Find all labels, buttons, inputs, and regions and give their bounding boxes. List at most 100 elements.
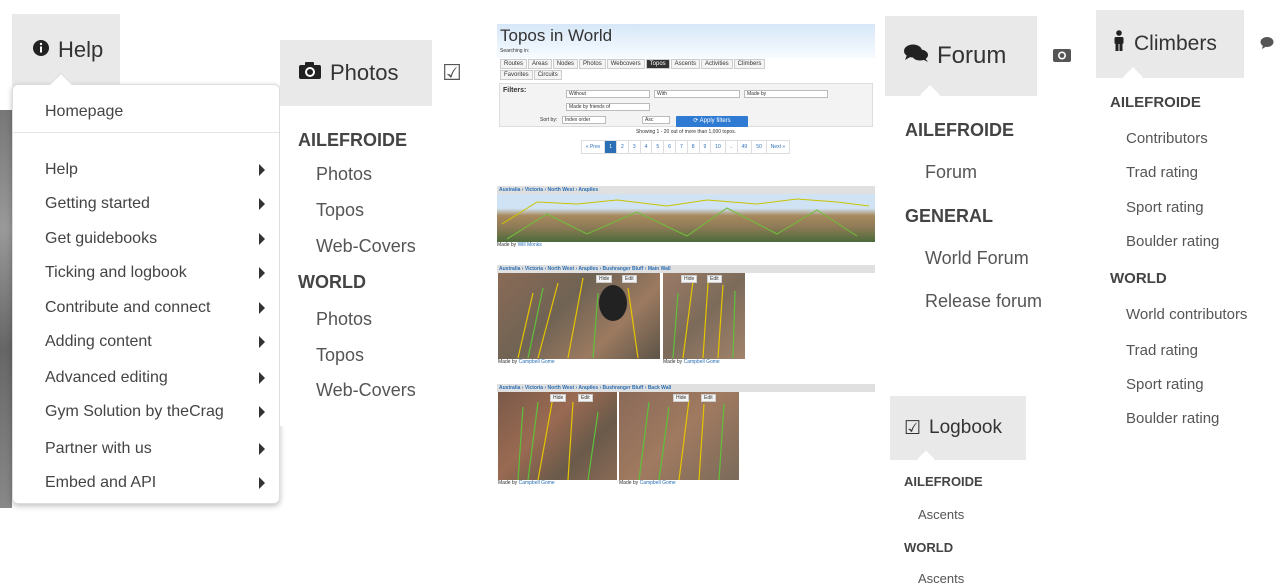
edit-button[interactable]: Edit [578,394,593,402]
tab-areas[interactable]: Areas [528,59,552,69]
filter-without-select[interactable]: Without [566,90,650,98]
author-link[interactable]: Campbell Gome [684,359,720,365]
photos-link[interactable]: Photos [316,164,372,185]
trad-rating-link[interactable]: Trad rating [1126,164,1198,181]
edit-button[interactable]: Edit [701,394,716,402]
release-forum-link[interactable]: Release forum [925,291,1042,312]
ascents-link[interactable]: Ascents [918,507,964,522]
edit-button[interactable]: Edit [622,275,637,283]
sort-direction-select[interactable]: Asc [642,116,670,124]
help-item-adding-content[interactable]: Adding content [45,333,265,351]
sort-select[interactable]: Index order [562,116,606,124]
photos-dropdown: AILEFROIDE Photos Topos Web-Covers WORLD… [280,106,460,426]
filter-friends-select[interactable]: Made by friends of [566,103,650,111]
web-covers-link[interactable]: Web-Covers [316,380,416,401]
topo-result: Australia › Victoria › North West › Arap… [497,265,875,367]
topo-image[interactable]: Hide Edit [498,273,660,359]
forum-link[interactable]: Forum [925,162,977,183]
tab-routes[interactable]: Routes [500,59,528,69]
chevron-right-icon [259,406,265,418]
logbook-tab[interactable]: ☑ Logbook [890,396,1026,460]
photos-tab[interactable]: Photos [280,40,432,106]
page-link[interactable]: 10 [710,140,726,154]
help-item-gym-solution[interactable]: Gym Solution by theCrag [45,403,265,421]
contributors-link[interactable]: Contributors [1126,130,1208,147]
info-icon [32,37,50,63]
help-item-advanced-editing[interactable]: Advanced editing [45,369,265,387]
boulder-rating-link[interactable]: Boulder rating [1126,410,1219,427]
breadcrumb[interactable]: Australia › Victoria › North West › Arap… [497,384,875,392]
page-title: Topos in World [500,26,613,45]
forum-tab[interactable]: Forum [885,16,1037,96]
tab-ascents[interactable]: Ascents [670,59,700,69]
help-item-contribute[interactable]: Contribute and connect [45,299,265,317]
trad-rating-link[interactable]: Trad rating [1126,342,1198,359]
edit-button[interactable]: Edit [707,275,722,283]
logbook-tab-label: Logbook [929,417,1002,438]
tab-webcovers[interactable]: Webcovers [606,59,645,69]
chevron-right-icon [259,267,265,279]
page-next[interactable]: Next » [765,140,791,154]
page-link[interactable]: 50 [751,140,767,154]
author-link[interactable]: Campbell Gome [640,480,676,486]
tab-topos[interactable]: Topos [645,59,670,69]
help-item-get-guidebooks[interactable]: Get guidebooks [45,230,265,248]
photos-link[interactable]: Photos [316,309,372,330]
apply-filters-button[interactable]: ⟳ Apply filters [676,116,748,127]
comments-icon [903,42,929,70]
topo-image[interactable]: Hide Edit [619,392,739,480]
breadcrumb[interactable]: Australia › Victoria › North West › Arap… [497,265,875,273]
web-covers-link[interactable]: Web-Covers [316,236,416,257]
filter-made-by-select[interactable]: Made by [744,90,828,98]
topos-link[interactable]: Topos [316,200,364,221]
page-link[interactable]: 49 [736,140,753,154]
author-link[interactable]: Campbell Gome [519,359,555,365]
topo-image[interactable]: Hide Edit [498,392,617,480]
breadcrumb[interactable]: Australia › Victoria › North West › Arap… [497,186,875,194]
author-link[interactable]: Will Monks [518,242,542,248]
help-item-help[interactable]: Help [45,161,265,179]
hide-button[interactable]: Hide [673,394,690,402]
section-heading: AILEFROIDE [905,120,1015,140]
tab-nodes[interactable]: Nodes [552,59,579,69]
world-contributors-link[interactable]: World contributors [1126,306,1247,323]
tab-photos[interactable]: Photos [579,59,606,69]
help-item-embed-api[interactable]: Embed and API [45,474,265,492]
checkbox-icon: ☑ [904,417,922,439]
help-item-partner[interactable]: Partner with us [45,440,265,458]
page-prev[interactable]: « Prev [580,140,606,154]
help-item-getting-started[interactable]: Getting started [45,195,265,213]
hide-button[interactable]: Hide [681,275,698,283]
topos-link[interactable]: Topos [316,345,364,366]
climbers-tab[interactable]: Climbers [1096,10,1244,78]
author-link[interactable]: Campbell Gome [519,480,555,486]
comment-icon [1260,34,1274,55]
boulder-rating-link[interactable]: Boulder rating [1126,233,1219,250]
tab-activities[interactable]: Activities [701,59,733,69]
hide-button[interactable]: Hide [596,275,613,283]
photos-tab-partial[interactable] [1040,16,1084,96]
route-overlay [672,280,736,359]
ascents-link[interactable]: Ascents [918,571,964,586]
tab-circuits[interactable]: Circuits [533,70,562,80]
forum-tab-partial[interactable] [1246,10,1276,78]
help-item-ticking-logbook[interactable]: Ticking and logbook [45,264,265,282]
checkbox-icon: ☑ [442,60,462,85]
camera-icon [298,60,322,86]
hide-button[interactable]: Hide [550,394,567,402]
route-overlay [517,396,599,480]
world-forum-link[interactable]: World Forum [925,248,1029,269]
logbook-tab-partial[interactable]: ☑ [432,40,472,106]
tab-favorites[interactable]: Favorites [500,70,533,80]
help-tab[interactable]: Help [12,14,120,86]
sport-rating-link[interactable]: Sport rating [1126,199,1204,216]
tab-climbers[interactable]: Climbers [733,59,766,69]
section-heading: WORLD [1110,270,1167,287]
section-heading: AILEFROIDE [1110,94,1201,111]
divider [13,132,279,133]
sport-rating-link[interactable]: Sport rating [1126,376,1204,393]
topo-image-panorama[interactable] [497,194,875,242]
help-item-homepage[interactable]: Homepage [45,103,265,121]
filter-with-select[interactable]: With [654,90,740,98]
topo-image[interactable]: Hide Edit [663,273,745,359]
